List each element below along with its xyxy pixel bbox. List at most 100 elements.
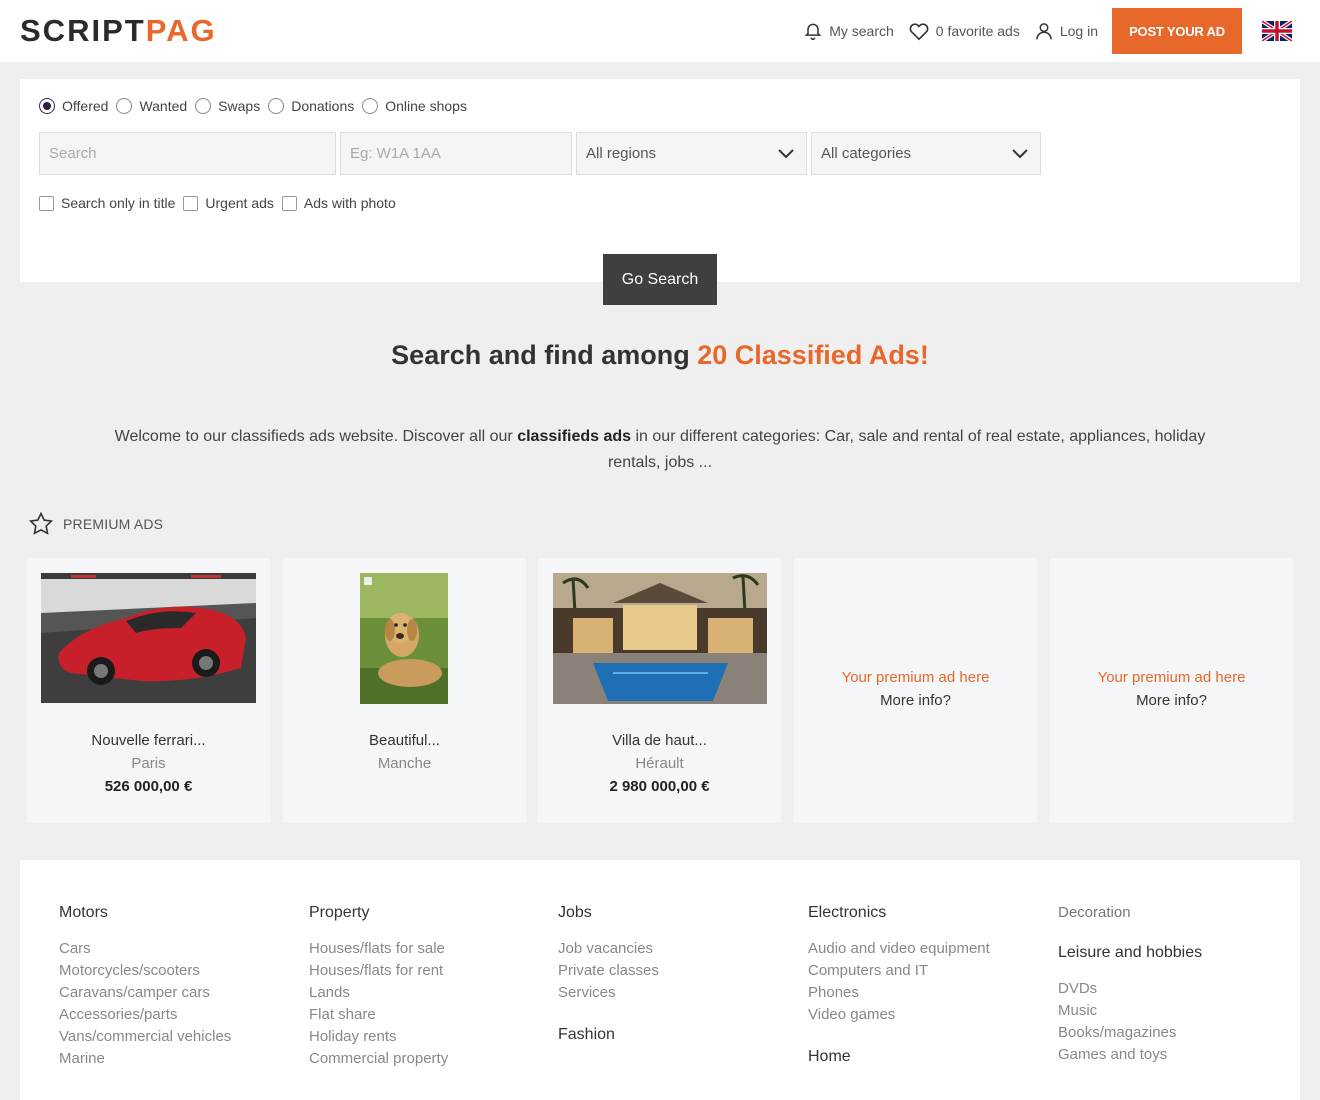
filter-urgent[interactable]: Urgent ads [183, 195, 274, 211]
region-select-value: All regions [586, 145, 657, 162]
site-logo[interactable]: SCRIPTPAG [20, 14, 217, 48]
radio-wanted[interactable]: Wanted [116, 98, 187, 114]
radio-button[interactable] [116, 98, 133, 114]
chevron-down-icon [778, 148, 794, 158]
premium-ad-card[interactable]: Nouvelle ferrari... Paris 526 000,00 € [27, 558, 270, 823]
category-link[interactable]: Books/magazines [1058, 1022, 1202, 1044]
post-ad-button[interactable]: POST YOUR AD [1112, 8, 1242, 54]
category-column-motors: Motors Cars Motorcycles/scooters Caravan… [59, 904, 231, 1070]
category-link[interactable]: Marine [59, 1048, 231, 1070]
site-header: SCRIPTPAG My search 0 favorite ads Log i… [0, 0, 1320, 62]
intro-part-1: Welcome to our classifieds ads website. … [114, 428, 513, 445]
user-icon [1036, 23, 1052, 40]
ad-title[interactable]: Villa de haut... [538, 732, 781, 749]
postcode-input[interactable]: Eg: W1A 1AA [340, 132, 572, 175]
category-link[interactable]: DVDs [1058, 978, 1202, 1000]
category-link[interactable]: Vans/commercial vehicles [59, 1026, 231, 1048]
ad-price: 2 980 000,00 € [609, 778, 710, 795]
intro-text: Welcome to our classifieds ads website. … [110, 424, 1210, 476]
star-icon [29, 512, 53, 535]
ad-photo-dog[interactable] [360, 573, 448, 704]
category-link[interactable]: Private classes [558, 960, 659, 982]
radio-offered[interactable]: Offered [39, 98, 108, 114]
logo-part-1: SCRIPT [20, 13, 146, 48]
category-link[interactable]: Flat share [309, 1004, 448, 1026]
ad-photo-car[interactable] [41, 573, 256, 703]
premium-ad-card[interactable]: Villa de haut... Hérault 2 980 000,00 € [538, 558, 781, 823]
radio-swaps[interactable]: Swaps [195, 98, 260, 114]
uk-flag-icon[interactable] [1262, 21, 1292, 41]
radio-button[interactable] [268, 98, 285, 114]
premium-ad-placeholder[interactable]: Your premium ad here More info? [1050, 558, 1293, 823]
category-link[interactable]: Caravans/camper cars [59, 982, 231, 1004]
login-link[interactable]: Log in [1034, 20, 1098, 42]
go-search-button[interactable]: Go Search [603, 254, 717, 305]
category-link[interactable]: Commercial property [309, 1048, 448, 1070]
category-link[interactable]: Houses/flats for sale [309, 938, 448, 960]
category-link[interactable]: Motorcycles/scooters [59, 960, 231, 982]
category-link[interactable]: Services [558, 982, 659, 1004]
category-link[interactable]: Audio and video equipment [808, 938, 990, 960]
checkbox[interactable] [281, 195, 297, 211]
category-heading[interactable]: Decoration [1058, 904, 1202, 921]
login-label: Log in [1059, 23, 1098, 39]
category-column-electronics: Electronics Audio and video equipment Co… [808, 904, 990, 1082]
radio-button[interactable] [195, 98, 212, 114]
ad-title[interactable]: Beautiful... [283, 732, 526, 749]
headline-count: 20 Classified Ads! [697, 340, 929, 370]
more-info-link[interactable]: More info? [794, 692, 1037, 709]
category-heading[interactable]: Electronics [808, 904, 990, 922]
category-column-leisure: Decoration Leisure and hobbies DVDs Musi… [1058, 904, 1202, 1066]
ad-photo-villa[interactable] [553, 573, 767, 704]
category-heading[interactable]: Motors [59, 904, 231, 922]
placeholder-title[interactable]: Your premium ad here [794, 669, 1037, 686]
category-select[interactable]: All categories [811, 132, 1041, 175]
category-link[interactable]: Holiday rents [309, 1026, 448, 1048]
checkbox[interactable] [39, 195, 54, 211]
category-heading[interactable]: Home [808, 1048, 990, 1066]
premium-ad-card[interactable]: Beautiful... Manche [283, 558, 526, 823]
category-link[interactable]: Games and toys [1058, 1044, 1202, 1066]
search-filters: Search only in title Urgent ads Ads with… [39, 195, 404, 211]
intro-part-2: in our different categories: Car, sale a… [607, 428, 1206, 471]
favorites-link[interactable]: 0 favorite ads [908, 21, 1020, 41]
premium-section-title: PREMIUM ADS [29, 512, 163, 535]
category-link[interactable]: Lands [309, 982, 448, 1004]
radio-button-checked[interactable] [39, 98, 55, 114]
ad-title[interactable]: Nouvelle ferrari... [27, 732, 270, 749]
category-heading[interactable]: Leisure and hobbies [1058, 944, 1202, 962]
category-link[interactable]: Cars [59, 938, 231, 960]
category-link[interactable]: Video games [808, 1004, 990, 1026]
category-link[interactable]: Accessories/parts [59, 1004, 231, 1026]
checkbox-label: Ads with photo [303, 195, 396, 211]
keyword-search-input[interactable]: Search [39, 132, 336, 175]
my-search-link[interactable]: My search [803, 21, 894, 41]
category-link[interactable]: Phones [808, 982, 990, 1004]
search-panel: Offered Wanted Swaps Donations Online sh… [20, 79, 1300, 305]
filter-title-only[interactable]: Search only in title [39, 195, 175, 211]
category-link[interactable]: Music [1058, 1000, 1202, 1022]
favorites-label: 0 favorite ads [935, 23, 1020, 39]
category-link[interactable]: Job vacancies [558, 938, 659, 960]
category-link[interactable]: Computers and IT [808, 960, 990, 982]
category-link[interactable]: Houses/flats for rent [309, 960, 448, 982]
heart-icon [909, 23, 929, 41]
category-heading[interactable]: Fashion [558, 1026, 659, 1044]
page-headline: Search and find among 20 Classified Ads! [0, 340, 1320, 371]
radio-online-shops[interactable]: Online shops [362, 98, 467, 114]
region-select[interactable]: All regions [576, 132, 807, 175]
radio-label: Wanted [139, 98, 188, 114]
radio-donations[interactable]: Donations [268, 98, 354, 114]
categories-section: Motors Cars Motorcycles/scooters Caravan… [20, 860, 1300, 1100]
more-info-link[interactable]: More info? [1050, 692, 1293, 709]
category-heading[interactable]: Jobs [558, 904, 659, 922]
checkbox[interactable] [183, 195, 199, 211]
premium-ad-placeholder[interactable]: Your premium ad here More info? [794, 558, 1037, 823]
category-heading[interactable]: Property [309, 904, 448, 922]
radio-button[interactable] [362, 98, 379, 114]
filter-with-photo[interactable]: Ads with photo [281, 195, 396, 211]
checkbox-label: Urgent ads [205, 195, 274, 211]
bell-icon [804, 23, 822, 41]
my-search-label: My search [829, 23, 894, 39]
placeholder-title[interactable]: Your premium ad here [1050, 669, 1293, 686]
